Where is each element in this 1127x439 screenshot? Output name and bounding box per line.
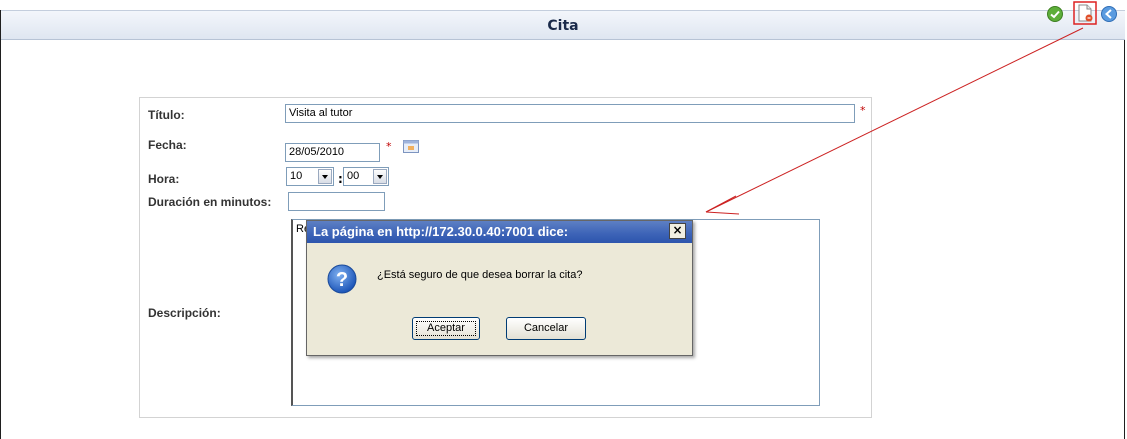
titulo-label: Título: — [148, 108, 185, 122]
hora-minutes-value: 00 — [347, 170, 360, 182]
back-icon[interactable] — [1100, 5, 1118, 23]
duracion-label: Duración en minutos: — [148, 195, 272, 209]
dialog-title: La página en http://172.30.0.40:7001 dic… — [307, 221, 692, 243]
confirm-dialog: La página en http://172.30.0.40:7001 dic… — [306, 220, 693, 356]
hora-minutes-select[interactable]: 00 — [343, 167, 389, 186]
descripcion-label: Descripción: — [148, 306, 221, 320]
focus-ring — [416, 321, 476, 336]
page-title: Cita — [547, 18, 579, 34]
titulo-required-mark: * — [860, 104, 866, 117]
chevron-down-icon[interactable] — [318, 169, 332, 184]
titulo-input[interactable]: Visita al tutor — [285, 104, 855, 123]
close-icon[interactable]: × — [669, 223, 686, 239]
fecha-label: Fecha: — [148, 138, 187, 152]
svg-text:?: ? — [336, 269, 348, 291]
question-icon: ? — [327, 264, 357, 294]
accept-button[interactable]: Aceptar — [412, 317, 480, 340]
chevron-down-icon[interactable] — [373, 169, 387, 184]
hora-label: Hora: — [148, 172, 180, 186]
ok-icon[interactable] — [1046, 5, 1064, 23]
header-bar: Cita — [1, 10, 1125, 40]
hora-hours-select[interactable]: 10 — [286, 167, 334, 186]
cancel-button-label: Cancelar — [523, 322, 569, 334]
cancel-button[interactable]: Cancelar — [506, 317, 586, 340]
hora-hours-value: 10 — [290, 170, 303, 182]
delete-icon[interactable] — [1073, 1, 1097, 25]
fecha-required-mark: * — [386, 140, 392, 153]
dialog-message: ¿Está seguro de que desea borrar la cita… — [377, 269, 583, 281]
fecha-input[interactable]: 28/05/2010 — [285, 143, 380, 162]
calendar-icon[interactable] — [403, 140, 419, 153]
duracion-input[interactable] — [288, 192, 385, 211]
